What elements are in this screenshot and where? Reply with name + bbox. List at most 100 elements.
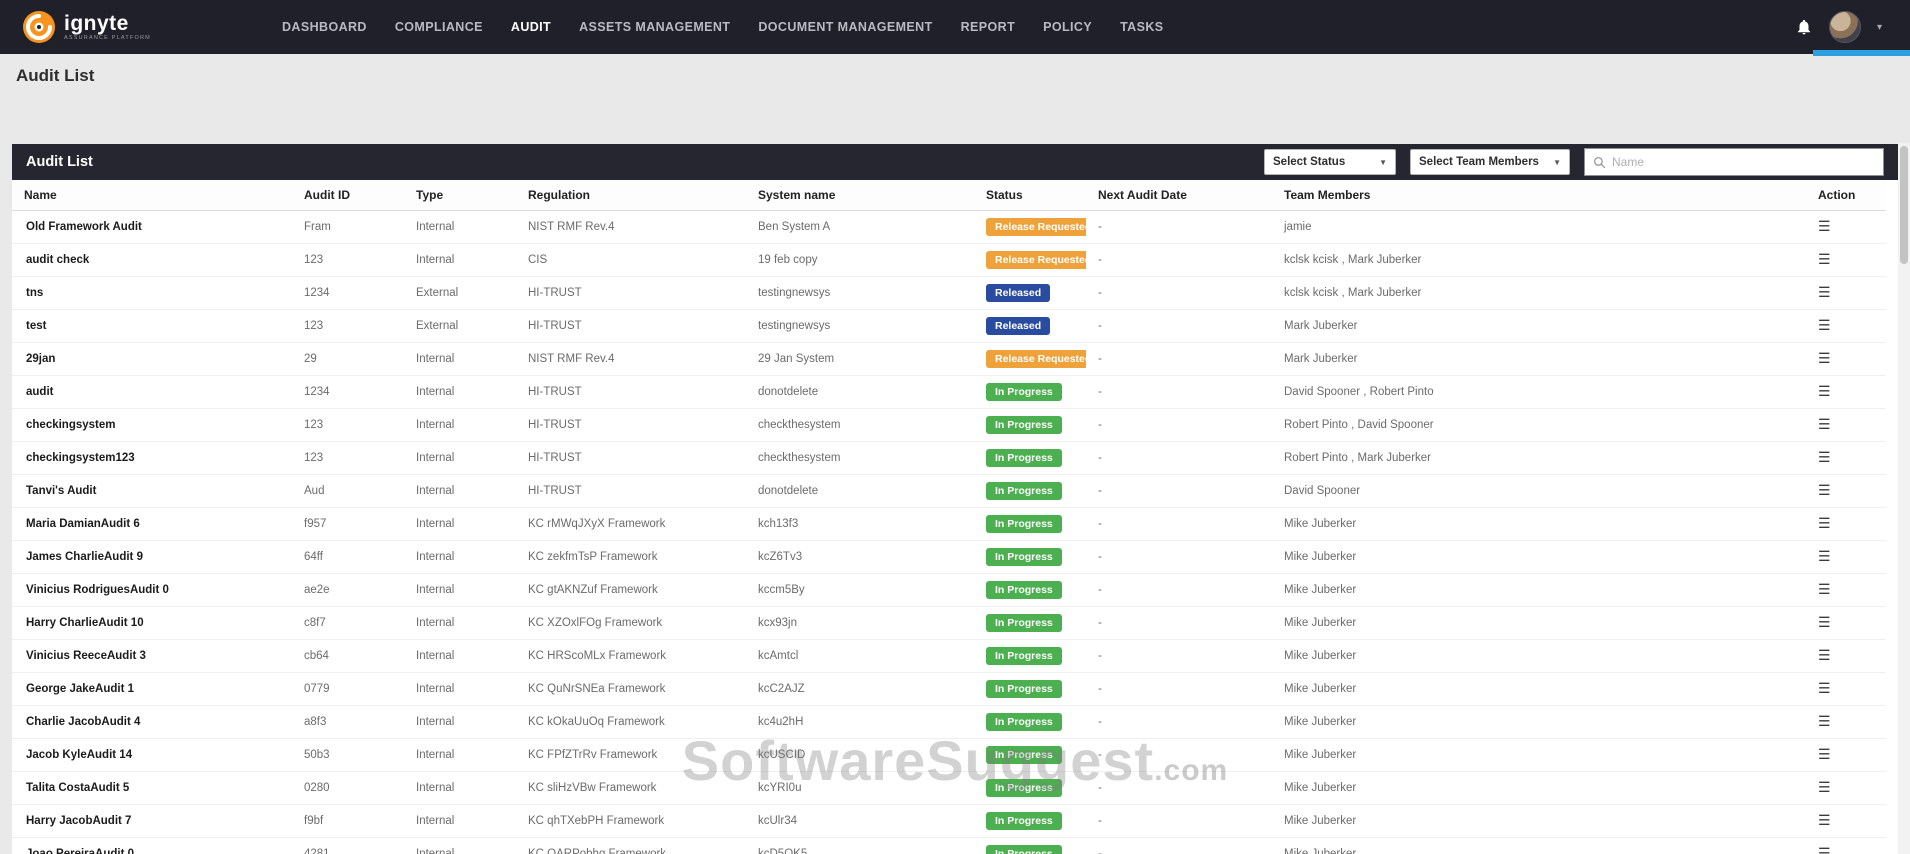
row-actions-menu-icon[interactable]: ☰: [1818, 680, 1831, 696]
cell-system-name: 19 feb copy: [746, 243, 974, 276]
cell-next-audit-date: -: [1086, 342, 1272, 375]
cell-regulation: KC qhTXebPH Framework: [516, 804, 746, 837]
row-actions-menu-icon[interactable]: ☰: [1818, 449, 1831, 465]
user-menu-chevron-down-icon[interactable]: ▾: [1877, 22, 1882, 33]
navbar-item-assets-management[interactable]: ASSETS MANAGEMENT: [565, 0, 744, 54]
brand-logo[interactable]: ignyte ASSURANCE PLATFORM: [22, 10, 172, 44]
cell-audit-id: 123: [292, 309, 404, 342]
cell-regulation: KC kOkaUuOq Framework: [516, 705, 746, 738]
cell-regulation: KC XZOxlFOg Framework: [516, 606, 746, 639]
row-actions-menu-icon[interactable]: ☰: [1818, 647, 1831, 663]
cell-system-name: kc4u2hH: [746, 705, 974, 738]
cell-team-members: Mike Juberker: [1272, 672, 1806, 705]
cell-next-audit-date: -: [1086, 309, 1272, 342]
navbar-item-compliance[interactable]: COMPLIANCE: [381, 0, 497, 54]
table-row: Maria DamianAudit 6 f957 Internal KC rMW…: [12, 507, 1886, 540]
cell-audit-id: ae2e: [292, 573, 404, 606]
navbar-item-dashboard[interactable]: DASHBOARD: [268, 0, 381, 54]
cell-system-name: Ben System A: [746, 210, 974, 243]
cell-team-members: Mike Juberker: [1272, 540, 1806, 573]
brand-tagline: ASSURANCE PLATFORM: [64, 36, 151, 42]
row-actions-menu-icon[interactable]: ☰: [1818, 383, 1831, 399]
row-actions-menu-icon[interactable]: ☰: [1818, 284, 1831, 300]
cell-audit-id: 1234: [292, 276, 404, 309]
cell-name: Tanvi's Audit: [12, 474, 292, 507]
row-actions-menu-icon[interactable]: ☰: [1818, 845, 1831, 854]
cell-audit-id: 0280: [292, 771, 404, 804]
navbar-item-label: POLICY: [1043, 20, 1092, 34]
cell-audit-id: 123: [292, 441, 404, 474]
navbar-item-tasks[interactable]: TASKS: [1106, 0, 1177, 54]
row-actions-menu-icon[interactable]: ☰: [1818, 218, 1831, 234]
row-actions-menu-icon[interactable]: ☰: [1818, 746, 1831, 762]
cell-team-members: jamie: [1272, 210, 1806, 243]
row-actions-menu-icon[interactable]: ☰: [1818, 482, 1831, 498]
cell-team-members: kclsk kcisk , Mark Juberker: [1272, 243, 1806, 276]
cell-type: Internal: [404, 738, 516, 771]
panel-header: Audit List Select Status ▼ Select Team M…: [12, 144, 1898, 180]
user-avatar[interactable]: [1829, 11, 1861, 43]
cell-next-audit-date: -: [1086, 474, 1272, 507]
row-actions-menu-icon[interactable]: ☰: [1818, 614, 1831, 630]
row-actions-menu-icon[interactable]: ☰: [1818, 581, 1831, 597]
scrollbar-thumb[interactable]: [1900, 146, 1908, 264]
row-actions-menu-icon[interactable]: ☰: [1818, 416, 1831, 432]
status-badge: In Progress: [986, 680, 1062, 698]
navbar-item-audit[interactable]: AUDIT: [497, 0, 565, 54]
row-actions-menu-icon[interactable]: ☰: [1818, 548, 1831, 564]
cell-team-members: Mike Juberker: [1272, 705, 1806, 738]
row-actions-menu-icon[interactable]: ☰: [1818, 779, 1831, 795]
table-row: Joao PereiraAudit 0 4281 Internal KC OAR…: [12, 837, 1886, 854]
cell-regulation: HI-TRUST: [516, 309, 746, 342]
notifications-bell-icon[interactable]: [1795, 18, 1813, 36]
cell-next-audit-date: -: [1086, 705, 1272, 738]
table-row: Harry CharlieAudit 10 c8f7 Internal KC X…: [12, 606, 1886, 639]
table-row: Vinicius ReeceAudit 3 cb64 Internal KC H…: [12, 639, 1886, 672]
table-header-row: NameAudit IDTypeRegulationSystem nameSta…: [12, 180, 1886, 210]
cell-type: Internal: [404, 507, 516, 540]
status-badge: Release Requested: [986, 251, 1086, 269]
cell-regulation: HI-TRUST: [516, 474, 746, 507]
cell-next-audit-date: -: [1086, 441, 1272, 474]
top-navbar: ignyte ASSURANCE PLATFORM DASHBOARD COMP…: [0, 0, 1910, 54]
table-row: Tanvi's Audit Aud Internal HI-TRUST dono…: [12, 474, 1886, 507]
cell-regulation: KC gtAKNZuf Framework: [516, 573, 746, 606]
cell-type: Internal: [404, 474, 516, 507]
navbar-item-document-management[interactable]: DOCUMENT MANAGEMENT: [744, 0, 946, 54]
table-row: tns 1234 External HI-TRUST testingnewsys…: [12, 276, 1886, 309]
row-actions-menu-icon[interactable]: ☰: [1818, 251, 1831, 267]
navbar-item-label: COMPLIANCE: [395, 20, 483, 34]
cell-name: Old Framework Audit: [12, 210, 292, 243]
cell-team-members: David Spooner: [1272, 474, 1806, 507]
cell-system-name: kch13f3: [746, 507, 974, 540]
cell-next-audit-date: -: [1086, 540, 1272, 573]
row-actions-menu-icon[interactable]: ☰: [1818, 350, 1831, 366]
cell-system-name: kcD5OK5: [746, 837, 974, 854]
cell-regulation: HI-TRUST: [516, 375, 746, 408]
cell-regulation: HI-TRUST: [516, 276, 746, 309]
cell-team-members: Mark Juberker: [1272, 342, 1806, 375]
select-team-members-dropdown[interactable]: Select Team Members ▼: [1410, 149, 1570, 175]
cell-next-audit-date: -: [1086, 276, 1272, 309]
select-status-dropdown[interactable]: Select Status ▼: [1264, 149, 1396, 175]
search-input[interactable]: [1612, 155, 1875, 169]
column-header-next-audit-date: Next Audit Date: [1086, 180, 1272, 210]
panel-controls: Select Status ▼ Select Team Members ▼: [1264, 148, 1884, 176]
navbar-item-report[interactable]: REPORT: [947, 0, 1030, 54]
row-actions-menu-icon[interactable]: ☰: [1818, 713, 1831, 729]
navbar-item-policy[interactable]: POLICY: [1029, 0, 1106, 54]
vertical-scrollbar[interactable]: [1898, 143, 1910, 854]
cell-team-members: Mike Juberker: [1272, 771, 1806, 804]
cell-system-name: donotdelete: [746, 375, 974, 408]
status-badge: In Progress: [986, 812, 1062, 830]
table-row: Jacob KyleAudit 14 50b3 Internal KC FPfZ…: [12, 738, 1886, 771]
cell-audit-id: Fram: [292, 210, 404, 243]
row-actions-menu-icon[interactable]: ☰: [1818, 515, 1831, 531]
row-actions-menu-icon[interactable]: ☰: [1818, 812, 1831, 828]
table-row: Harry JacobAudit 7 f9bf Internal KC qhTX…: [12, 804, 1886, 837]
column-header-name: Name: [12, 180, 292, 210]
status-badge: In Progress: [986, 581, 1062, 599]
select-status-label: Select Status: [1273, 156, 1345, 168]
row-actions-menu-icon[interactable]: ☰: [1818, 317, 1831, 333]
cell-system-name: donotdelete: [746, 474, 974, 507]
